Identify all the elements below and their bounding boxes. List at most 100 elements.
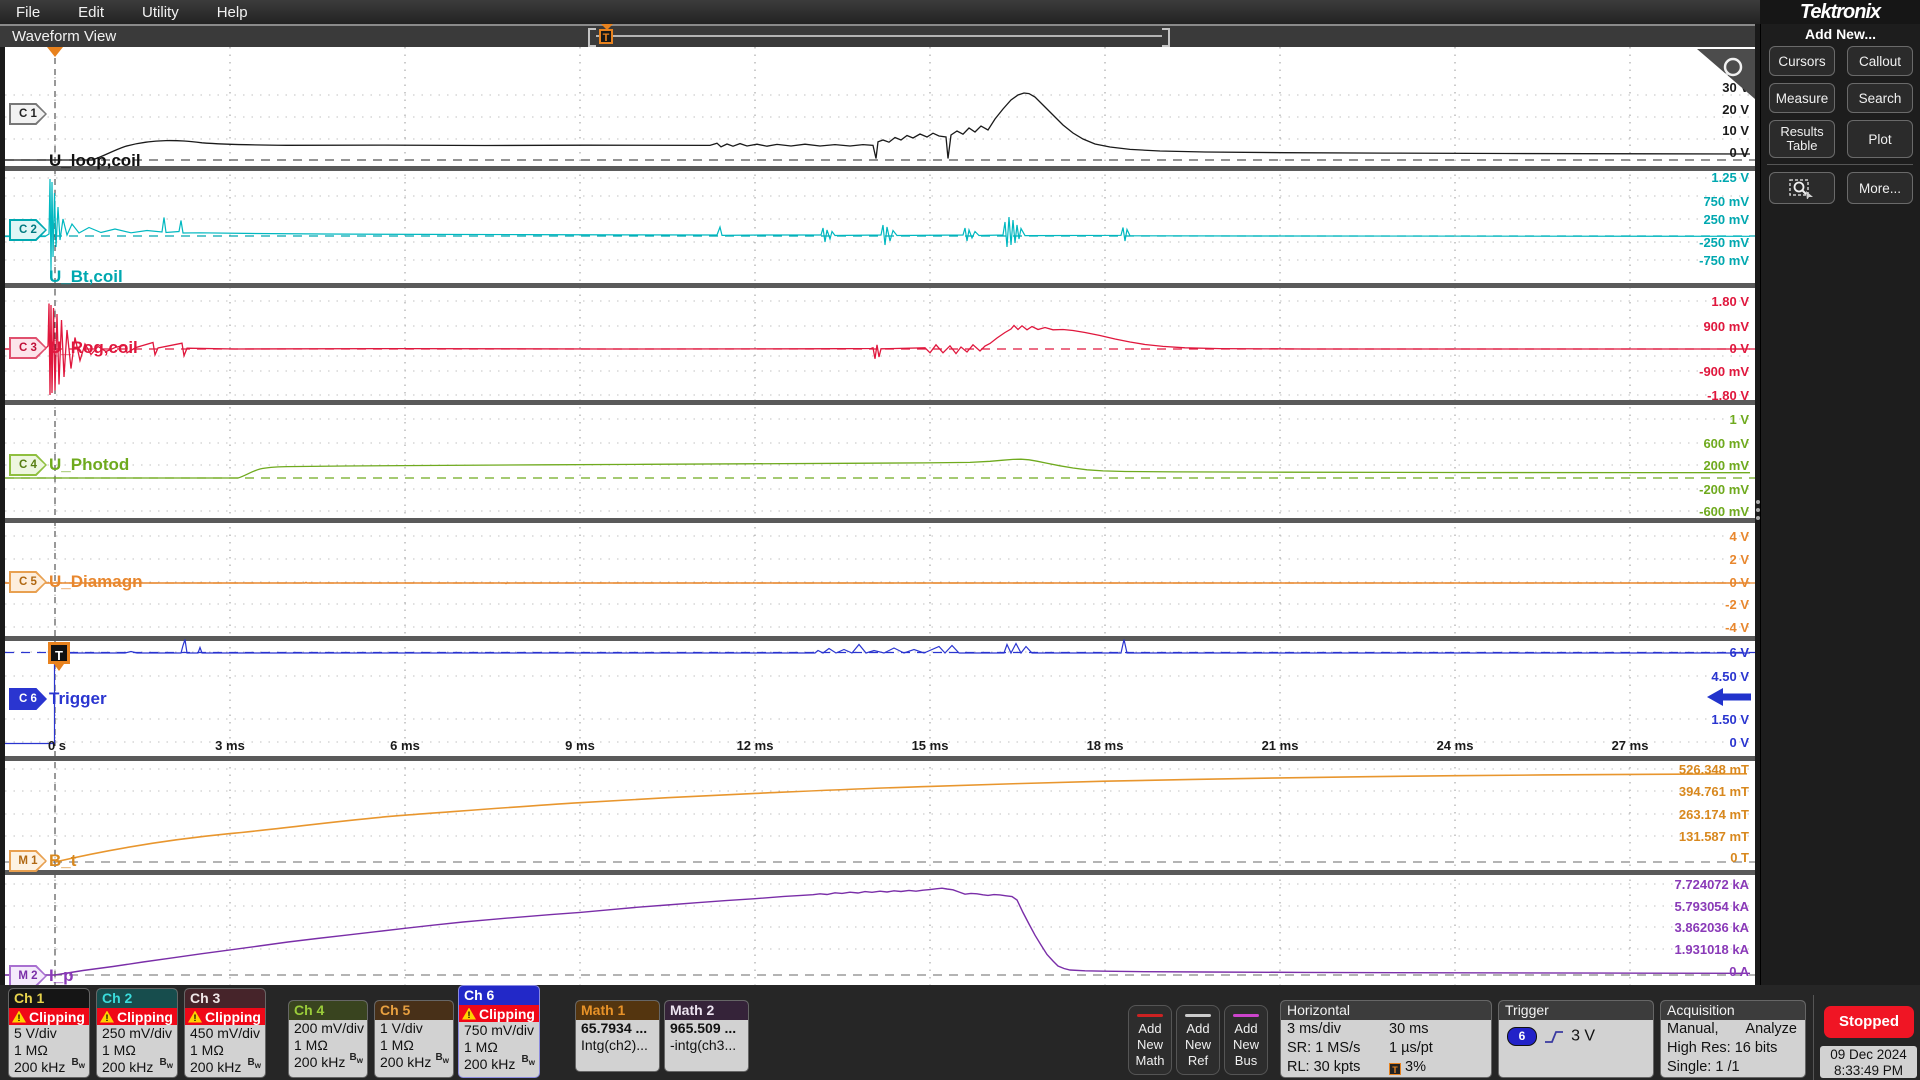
menu-help[interactable]: Help [217,4,248,21]
measure-button[interactable]: Measure [1769,83,1835,113]
scale-label: 6 V [1729,645,1749,661]
bw-limit-icon: Bw [522,1051,535,1071]
trace-ch1 [5,93,1750,160]
cursors-button[interactable]: Cursors [1769,46,1835,76]
channel-label-m2: I_p [49,965,74,987]
scale-label: 20 V [1722,102,1749,118]
scale-label: 0 V [1729,145,1749,161]
rising-edge-icon [1541,1028,1567,1046]
channel-label-c2: U_Bt,coil [49,266,123,288]
ch2-badge[interactable]: Ch 2 !Clipping 250 mV/div 1 MΩ 200 kHzBw [96,988,178,1078]
bw-limit-icon: Bw [160,1054,173,1074]
zoom-select-icon [1787,177,1817,199]
overview-trigger-icon[interactable]: T [599,29,613,44]
scale-label: -1.80 V [1707,388,1749,404]
right-sidebar: Add New... Cursors Callout Measure Searc… [1760,24,1920,985]
ch3-bandwidth: 200 kHzBw [185,1059,265,1076]
callout-button[interactable]: Callout [1847,46,1913,76]
trigger-mini-icon: T [1389,1063,1401,1075]
acquisition-single: Single: 1 /1 [1661,1058,1805,1077]
trigger-panel[interactable]: Trigger 6 3 V [1498,1000,1654,1078]
page-title: Waveform View [12,28,116,45]
menu-utility[interactable]: Utility [142,4,179,21]
scale-label: 0 V [1729,341,1749,357]
horizontal-panel-title: Horizontal [1281,1001,1491,1020]
scale-label: 263.174 mT [1679,807,1749,823]
acquisition-panel[interactable]: Acquisition Manual,Analyze High Res: 16 … [1660,1000,1806,1078]
trace-ch2 [5,179,1750,271]
add-new-ref-button[interactable]: Add New Ref [1176,1005,1220,1075]
scale-label: -600 mV [1699,504,1749,520]
channel-label-c4: U_Photod [49,454,129,476]
add-new-bus-button[interactable]: Add New Bus [1224,1005,1268,1075]
scale-label: 1.25 V [1711,170,1749,186]
search-button[interactable]: Search [1847,83,1913,113]
ch3-clipping-warning: !Clipping [185,1008,265,1025]
scale-label: -200 mV [1699,482,1749,498]
scale-label: 394.761 mT [1679,784,1749,800]
trace-ch4 [5,459,1750,478]
trigger-level-arrow-icon[interactable] [1707,688,1751,706]
ch5-badge[interactable]: Ch 5 1 V/div 1 MΩ 200 kHzBw [374,1000,454,1078]
warning-icon: ! [462,1008,476,1020]
bottom-divider [1813,995,1814,1080]
scale-label: 0 V [1729,735,1749,751]
ch4-header: Ch 4 [289,1001,367,1020]
scale-label: 526.348 mT [1679,762,1749,778]
datetime-display: 09 Dec 2024 8:33:49 PM [1820,1046,1917,1078]
horizontal-timebase: 3 ms/div [1287,1021,1341,1037]
acquisition-mode: Manual, [1667,1020,1719,1039]
time-tick-label: 12 ms [737,738,774,753]
overview-right-bracket [1162,28,1170,47]
scale-label: 5.793054 kA [1675,899,1749,915]
waveform-view-titlebar: Waveform View T [0,24,1755,47]
zoom-select-button[interactable] [1769,172,1835,204]
math1-value: 65.7934 ... [576,1020,659,1037]
results-table-button[interactable]: Results Table [1769,120,1835,158]
ch1-bandwidth: 200 kHzBw [9,1059,89,1076]
math2-value: 965.509 ... [665,1020,748,1037]
run-stop-status-button[interactable]: Stopped [1824,1006,1914,1038]
time-tick-label: 0 s [48,738,66,753]
math2-badge[interactable]: Math 2 965.509 ... -intg(ch3... [664,1000,749,1072]
scale-label: 2 V [1729,552,1749,568]
ch1-header: Ch 1 [9,989,89,1008]
time-text: 8:33:49 PM [1820,1063,1917,1079]
plot-button[interactable]: Plot [1847,120,1913,158]
ch2-clipping-warning: !Clipping [97,1008,177,1025]
waveform-canvas [5,47,1755,985]
trigger-t-badge[interactable]: T [48,642,70,664]
more-button[interactable]: More... [1847,172,1913,204]
ch6-badge[interactable]: Ch 6 !Clipping 750 mV/div 1 MΩ 200 kHzBw [458,985,540,1078]
channel-label-c3: U_Rog,coil [49,337,138,359]
trace-ch3 [5,304,1750,396]
trigger-panel-title: Trigger [1499,1001,1653,1020]
acquisition-overview-bar[interactable]: T [588,28,1170,45]
channel-label-m1: B_t [49,850,76,872]
ch1-badge[interactable]: Ch 1 !Clipping 5 V/div 1 MΩ 200 kHzBw [8,988,90,1078]
menu-file[interactable]: File [16,4,40,21]
time-tick-label: 24 ms [1437,738,1474,753]
scale-label: 0 V [1729,575,1749,591]
scale-label: 7.724072 kA [1675,877,1749,893]
horizontal-record-length: RL: 30 kpts [1287,1059,1360,1075]
overview-line [596,35,1162,37]
waveform-plot[interactable]: C 1 U_loop,coil C 2 U_Bt,coil C 3 U_Rog,… [5,47,1755,985]
trigger-position-marker-icon[interactable] [47,47,63,57]
math1-badge[interactable]: Math 1 65.7934 ... Intg(ch2)... [575,1000,660,1072]
add-new-math-button[interactable]: Add New Math [1128,1005,1172,1075]
bw-limit-icon: Bw [350,1049,363,1069]
ch4-badge[interactable]: Ch 4 200 mV/div 1 MΩ 200 kHzBw [288,1000,368,1078]
time-tick-label: 15 ms [912,738,949,753]
trigger-t-badge-pointer [54,664,64,671]
ch3-badge[interactable]: Ch 3 !Clipping 450 mV/div 1 MΩ 200 kHzBw [184,988,266,1078]
menu-edit[interactable]: Edit [78,4,104,21]
overview-left-bracket [588,28,596,47]
scale-label: 900 mV [1703,319,1749,335]
time-tick-label: 3 ms [215,738,245,753]
channel-label-c5: U_Diamagn [49,571,143,593]
tektronix-logo: Tektronix [1760,0,1920,24]
horizontal-panel[interactable]: Horizontal 3 ms/div30 ms SR: 1 MS/s1 µs/… [1280,1000,1492,1078]
ch5-vdiv: 1 V/div [375,1020,453,1037]
channel-label-c6: Trigger [49,688,107,710]
